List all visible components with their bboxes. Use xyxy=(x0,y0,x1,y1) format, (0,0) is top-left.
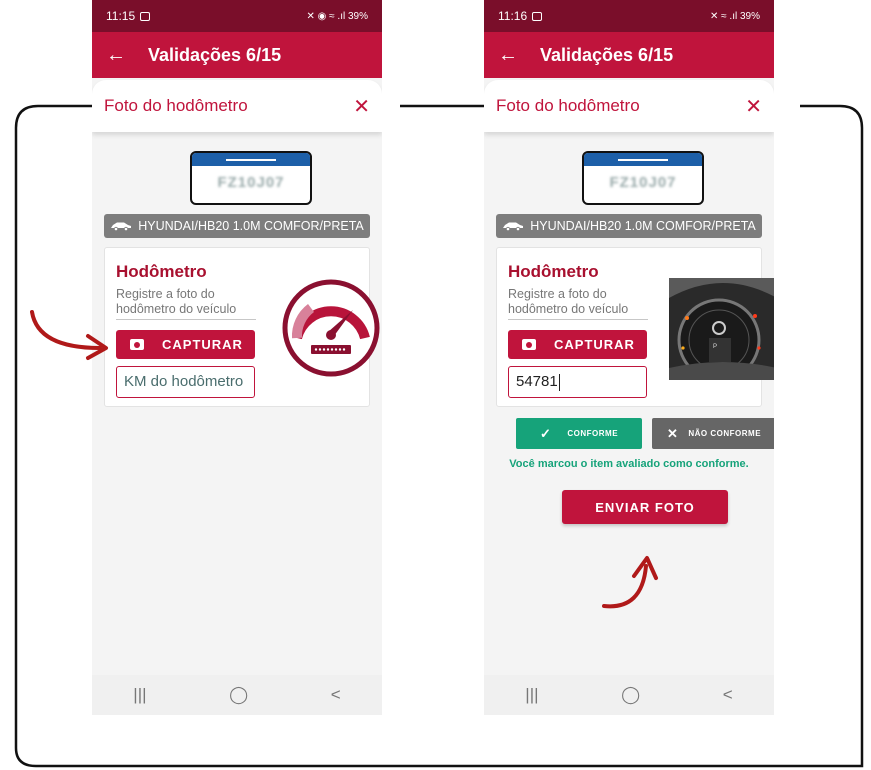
car-icon xyxy=(503,222,524,231)
gallery-icon xyxy=(532,11,543,21)
send-photo-button[interactable]: ENVIAR FOTO xyxy=(562,490,728,524)
plate-number: FZ10J07 xyxy=(609,174,677,191)
odometer-photo-thumbnail[interactable]: P xyxy=(669,278,774,380)
annotation-arrow-left xyxy=(30,310,108,360)
odometer-card: Hodômetro Registre a foto do hodômetro d… xyxy=(104,247,380,407)
conforme-button[interactable]: ✓ CONFORME xyxy=(516,418,642,449)
sheet-header: Foto do hodômetro ✕ xyxy=(484,80,774,132)
back-nav-icon[interactable]: < xyxy=(331,685,341,705)
sheet-title: Foto do hodômetro xyxy=(496,96,640,115)
clock: 11:15 xyxy=(106,9,136,23)
text-caret xyxy=(558,373,560,391)
app-bar: ← Validações 6/15 xyxy=(92,32,382,78)
check-icon: ✓ xyxy=(539,425,552,441)
license-plate: FZ10J07 xyxy=(582,151,704,205)
km-input[interactable]: KM do hodômetro xyxy=(116,366,255,398)
android-nav-bar: ||| ◯ < xyxy=(484,675,774,715)
capture-button[interactable]: CAPTURAR xyxy=(116,330,255,359)
back-arrow-icon[interactable]: ← xyxy=(498,45,518,65)
clock: 11:16 xyxy=(498,9,528,23)
capture-label: CAPTURAR xyxy=(162,337,243,352)
status-bar: 11:15 ✕ ◉ ≈ .ıl 39% xyxy=(92,0,382,32)
back-nav-icon[interactable]: < xyxy=(723,685,733,705)
page-title: Validações 6/15 xyxy=(148,44,282,65)
svg-text:P: P xyxy=(713,344,717,350)
vehicle-label: HYUNDAI/HB20 1.0M COMFOR/PRETA xyxy=(138,219,364,233)
recent-apps-icon[interactable]: ||| xyxy=(133,685,146,705)
camera-icon xyxy=(522,339,536,350)
android-nav-bar: ||| ◯ < xyxy=(92,675,382,715)
speedometer-icon xyxy=(282,279,380,377)
nao-conforme-label: NÃO CONFORME xyxy=(688,429,762,438)
license-plate: FZ10J07 xyxy=(190,151,312,205)
sheet-title: Foto do hodômetro xyxy=(104,96,248,115)
close-icon[interactable]: ✕ xyxy=(353,94,370,119)
sheet-header: Foto do hodômetro ✕ xyxy=(92,80,382,132)
nao-conforme-button[interactable]: ✕ NÃO CONFORME xyxy=(652,418,774,449)
card-subtitle: Registre a foto do hodômetro do veículo xyxy=(116,287,256,320)
card-title: Hodômetro xyxy=(116,262,207,281)
close-icon[interactable]: ✕ xyxy=(745,94,762,119)
card-subtitle: Registre a foto do hodômetro do veículo xyxy=(508,287,648,320)
x-icon: ✕ xyxy=(666,425,679,441)
card-title: Hodômetro xyxy=(508,262,599,281)
status-icons: ✕ ◉ ≈ .ıl 39% xyxy=(306,10,369,22)
home-icon[interactable]: ◯ xyxy=(621,685,640,705)
status-icons: ✕ ≈ .ıl 39% xyxy=(710,10,760,22)
plate-band xyxy=(192,153,310,166)
km-value: 54781 xyxy=(516,373,558,390)
car-icon xyxy=(111,222,132,231)
vehicle-info-bar: HYUNDAI/HB20 1.0M COMFOR/PRETA xyxy=(496,214,762,238)
capture-label: CAPTURAR xyxy=(554,337,635,352)
conforme-message: Você marcou o item avaliado como conform… xyxy=(509,458,749,470)
vehicle-label: HYUNDAI/HB20 1.0M COMFOR/PRETA xyxy=(530,219,756,233)
status-bar: 11:16 ✕ ≈ .ıl 39% xyxy=(484,0,774,32)
annotation-arrow-right xyxy=(602,556,658,609)
capture-button[interactable]: CAPTURAR xyxy=(508,330,647,359)
conforme-label: CONFORME xyxy=(567,429,619,438)
gallery-icon xyxy=(140,11,151,21)
km-input[interactable]: 54781 xyxy=(508,366,647,398)
page-title: Validações 6/15 xyxy=(540,44,674,65)
plate-number: FZ10J07 xyxy=(217,174,285,191)
vehicle-info-bar: HYUNDAI/HB20 1.0M COMFOR/PRETA xyxy=(104,214,370,238)
recent-apps-icon[interactable]: ||| xyxy=(525,685,538,705)
back-arrow-icon[interactable]: ← xyxy=(106,45,126,65)
plate-band xyxy=(584,153,702,166)
phone-left: 11:15 ✕ ◉ ≈ .ıl 39% ← Validações 6/15 Fo… xyxy=(92,0,382,715)
home-icon[interactable]: ◯ xyxy=(229,685,248,705)
odometer-card: Hodômetro Registre a foto do hodômetro d… xyxy=(496,247,774,407)
app-bar: ← Validações 6/15 xyxy=(484,32,774,78)
camera-icon xyxy=(130,339,144,350)
